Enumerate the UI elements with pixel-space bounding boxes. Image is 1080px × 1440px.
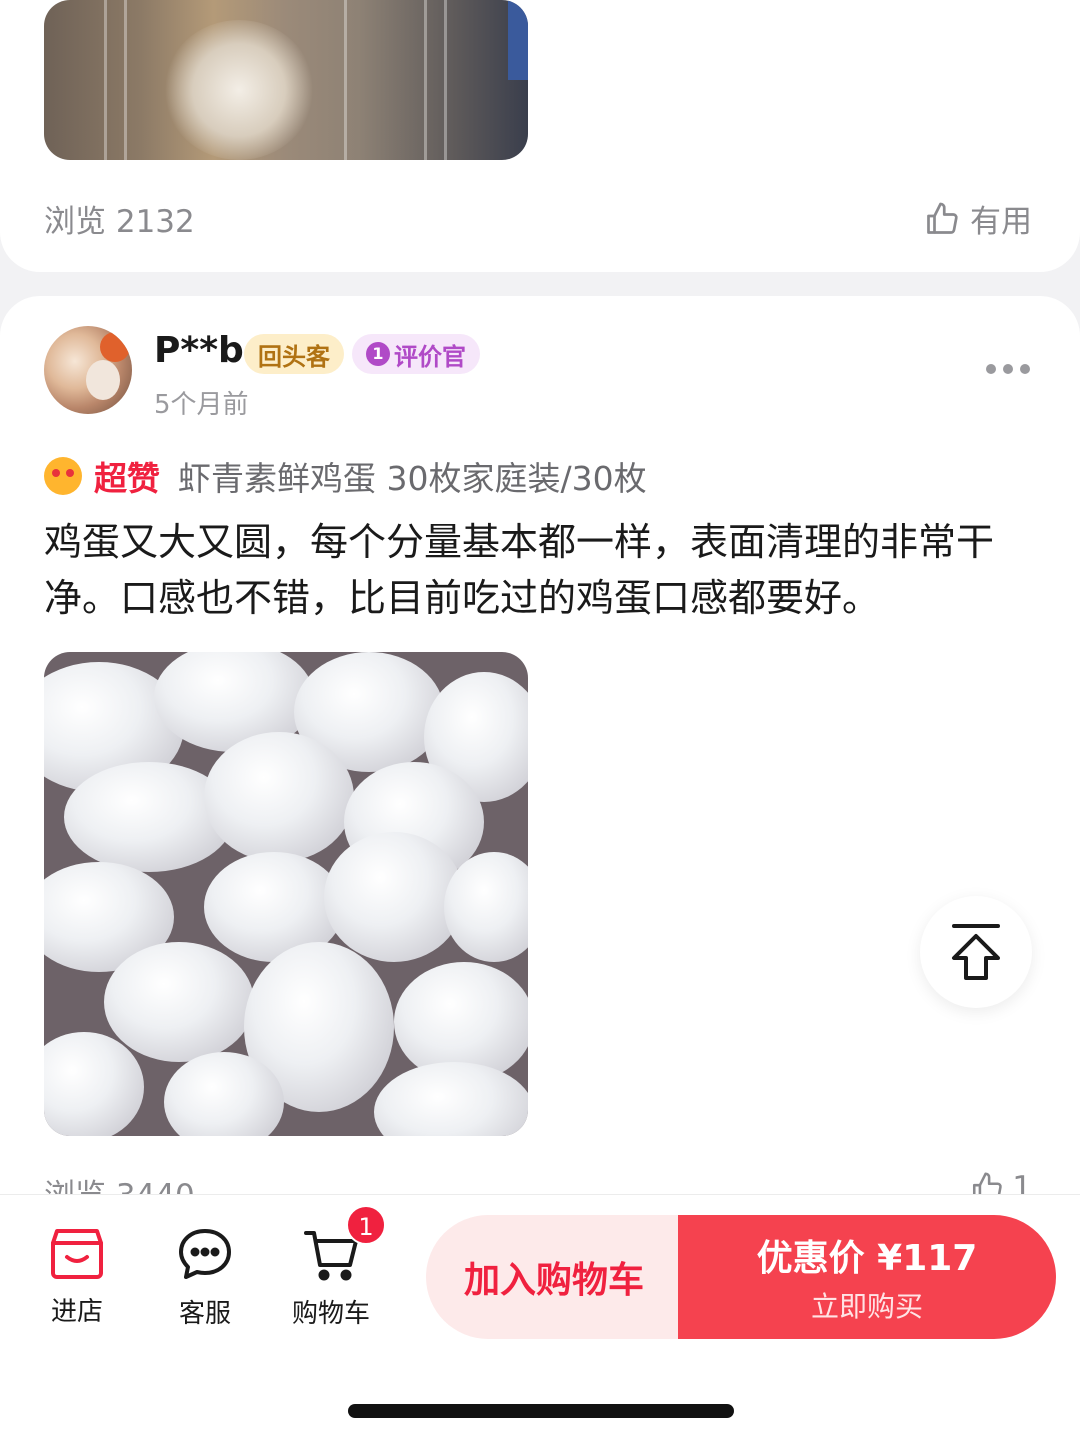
thumbs-up-icon	[927, 202, 958, 234]
product-spec: 虾青素鲜鸡蛋 30枚家庭装/30枚	[178, 459, 647, 498]
reviewer-label: 评价官	[394, 342, 466, 371]
discount-price: 优惠价 ¥117	[756, 1238, 978, 1279]
cart-count-badge: 1	[346, 1205, 386, 1245]
review-text: 鸡蛋又大又圆，每个分量基本都一样，表面清理的非常干净。口感也不错，比目前吃过的鸡…	[44, 520, 995, 620]
username: P**b	[154, 330, 244, 371]
chat-icon	[179, 1229, 231, 1279]
buy-now-button[interactable]: 优惠价 ¥117 立即购买	[678, 1215, 1056, 1339]
rating-label: 超赞	[94, 459, 160, 498]
store-label: 进店	[50, 1297, 103, 1327]
home-indicator	[348, 1404, 734, 1418]
review-time: 5个月前	[154, 390, 249, 420]
rating-emoji-icon	[44, 457, 82, 495]
returning-customer-badge: 回头客	[244, 334, 344, 374]
previous-review-useful-button[interactable]: 有用	[924, 196, 1032, 241]
rating-product-line: 超赞 虾青素鲜鸡蛋 30枚家庭装/30枚	[44, 452, 647, 500]
service-label: 客服	[178, 1299, 231, 1329]
avatar[interactable]	[44, 326, 132, 414]
back-to-top-button[interactable]	[920, 896, 1032, 1008]
useful-label: 有用	[970, 204, 1032, 240]
reviewer-level-icon: 1	[366, 342, 390, 366]
customer-service-button[interactable]: 客服	[150, 1227, 260, 1330]
cart-button[interactable]: 1 购物车	[276, 1205, 386, 1330]
back-to-top-icon	[952, 924, 1000, 980]
cart-label: 购物车	[291, 1299, 370, 1329]
buy-now-label: 立即购买	[810, 1290, 923, 1323]
store-button[interactable]: 进店	[22, 1227, 132, 1328]
add-to-cart-button[interactable]: 加入购物车	[426, 1215, 682, 1339]
reviewer-badge: 1 评价官	[352, 334, 480, 374]
review-photo[interactable]	[44, 652, 528, 1136]
previous-review-views: 浏览 2132	[44, 204, 195, 240]
more-icon[interactable]	[986, 364, 1030, 374]
previous-review-photo[interactable]	[44, 0, 528, 160]
store-icon	[51, 1229, 103, 1279]
